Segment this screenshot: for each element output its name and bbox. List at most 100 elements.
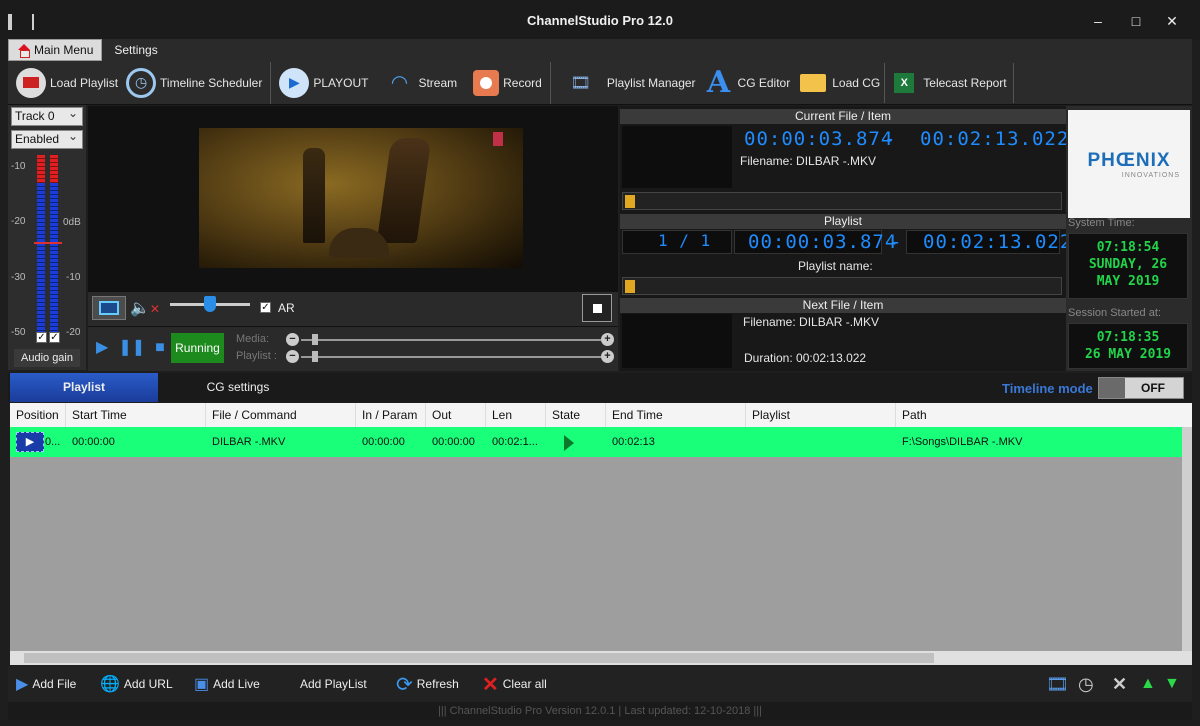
- telecast-report-button[interactable]: X Telecast Report: [884, 62, 1014, 103]
- playback-info-panel: Current File / Item 00:00:03.874 - 00:02…: [620, 106, 1071, 371]
- column-header-state[interactable]: State: [546, 403, 606, 427]
- column-header-playlist[interactable]: Playlist: [746, 403, 896, 427]
- meter-scale-left-0: -10: [11, 161, 26, 172]
- add-playlist-button[interactable]: Add PlayList: [300, 672, 367, 696]
- preview-controls: 🔈✕ ✓ AR: [88, 292, 618, 326]
- folder-icon: [798, 68, 828, 98]
- playlist-plus-button[interactable]: +: [601, 350, 614, 363]
- minimize-button[interactable]: –: [1086, 13, 1110, 29]
- column-header-len[interactable]: Len: [486, 403, 546, 427]
- move-down-button[interactable]: ▼: [1164, 672, 1180, 696]
- stream-button[interactable]: ◠ Stream: [380, 63, 461, 103]
- cell-end-time: 00:02:13: [612, 436, 655, 448]
- remove-item-button[interactable]: ✕: [1112, 672, 1127, 696]
- record-button[interactable]: Record: [469, 63, 546, 103]
- cell-path: F:\Songs\DILBAR -.MKV: [902, 436, 1023, 448]
- cg-editor-button[interactable]: A CG Editor: [700, 63, 795, 103]
- add-live-label: Add Live: [213, 677, 260, 691]
- edit-clip-button[interactable]: 🎞: [1046, 672, 1069, 696]
- column-header-start-time[interactable]: Start Time: [66, 403, 206, 427]
- telecast-report-label: Telecast Report: [923, 75, 1007, 90]
- cell-position: 0...: [45, 436, 61, 448]
- media-minus-button[interactable]: −: [286, 333, 299, 346]
- volume-slider-thumb[interactable]: [204, 296, 216, 312]
- current-filename: Filename: DILBAR -.MKV: [740, 154, 877, 168]
- playlist-position-track[interactable]: [301, 356, 601, 358]
- media-plus-button[interactable]: +: [601, 333, 614, 346]
- running-status[interactable]: Running: [171, 333, 224, 363]
- tab-settings-label: Settings: [114, 43, 158, 57]
- next-filename: Filename: DILBAR -.MKV: [743, 315, 880, 329]
- arrow-down-icon: ▼: [1164, 675, 1180, 692]
- close-icon: ✕: [1112, 673, 1128, 694]
- play-circle-icon: ▶: [279, 67, 310, 98]
- timeline-mode-toggle[interactable]: OFF: [1098, 377, 1184, 399]
- column-header-out[interactable]: Out: [426, 403, 486, 427]
- excel-icon: X: [889, 68, 919, 98]
- ar-label: AR: [278, 301, 295, 315]
- clock-icon: ◷: [126, 67, 157, 98]
- mute-speaker-icon[interactable]: 🔈✕: [130, 298, 160, 318]
- load-playlist-button[interactable]: Load Playlist: [12, 63, 122, 103]
- vertical-scrollbar[interactable]: [1182, 427, 1192, 651]
- ar-checkbox[interactable]: ✓: [260, 302, 271, 313]
- close-button[interactable]: ✕: [1160, 13, 1184, 29]
- tab-main-menu[interactable]: Main Menu: [8, 39, 103, 61]
- cell-len: 00:02:1...: [492, 436, 538, 448]
- playlist-info-title: Playlist: [620, 214, 1066, 229]
- monitor-button[interactable]: [92, 296, 126, 320]
- monitor-icon: [99, 301, 119, 315]
- media-position-thumb[interactable]: [312, 334, 318, 345]
- refresh-label: Refresh: [416, 677, 459, 691]
- meter-left-checkbox[interactable]: ✓: [36, 332, 47, 343]
- tab-settings[interactable]: Settings: [106, 39, 165, 61]
- add-url-button[interactable]: 🌐 Add URL: [100, 672, 173, 696]
- horizontal-scroll-thumb[interactable]: [24, 653, 934, 663]
- enabled-select[interactable]: Enabled: [11, 128, 83, 149]
- schedule-button[interactable]: ◷: [1078, 672, 1094, 696]
- session-time: 07:18:35: [1096, 330, 1160, 345]
- move-up-button[interactable]: ▲: [1140, 672, 1156, 696]
- timeline-scheduler-label: Timeline Scheduler: [160, 75, 263, 90]
- system-day: SUNDAY, 26: [1088, 257, 1168, 272]
- transport-controls: ▶ ❚❚ ■ Running Media: Playlist : − + − +: [88, 327, 618, 371]
- clear-all-button[interactable]: ✕ Clear all: [482, 672, 547, 696]
- playlist-index: 1 / 1: [658, 231, 712, 250]
- load-cg-button[interactable]: Load CG: [794, 63, 884, 103]
- media-label: Media:: [236, 333, 270, 345]
- column-header-position[interactable]: Position: [10, 403, 66, 427]
- stop-icon[interactable]: ■: [155, 339, 165, 357]
- track-select[interactable]: Track 0: [11, 105, 83, 126]
- transport-buttons: ▶ ❚❚ ■: [96, 337, 175, 357]
- table-header: Position Start Time File / Command In / …: [10, 403, 1192, 427]
- tab-cg-settings[interactable]: CG settings: [163, 373, 313, 402]
- playlist-progress: [622, 277, 1062, 295]
- tab-playlist[interactable]: Playlist: [10, 373, 158, 402]
- timeline-mode-label: Timeline mode: [1002, 381, 1093, 396]
- playlist-toolbar: ▶ Add File 🌐 Add URL ▣ Add Live Add Play…: [8, 666, 1192, 702]
- media-position-track[interactable]: [301, 339, 601, 341]
- column-header-path[interactable]: Path: [896, 403, 1192, 427]
- add-live-button[interactable]: ▣ Add Live: [194, 672, 260, 696]
- playlist-minus-button[interactable]: −: [286, 350, 299, 363]
- playlist-position-thumb[interactable]: [312, 351, 318, 362]
- gain-marker[interactable]: [34, 242, 62, 244]
- column-header-in[interactable]: In / Param: [356, 403, 426, 427]
- playlist-manager-button[interactable]: 🎞 Playlist Manager: [555, 63, 700, 103]
- table-row[interactable]: ▶ 0... 00:00:00 DILBAR -.MKV 00:00:00 00…: [10, 427, 1192, 457]
- maximize-button[interactable]: □: [1124, 13, 1148, 29]
- add-file-button[interactable]: ▶ Add File: [16, 672, 76, 696]
- refresh-button[interactable]: ⟳ Refresh: [396, 672, 459, 696]
- timeline-scheduler-button[interactable]: ◷ Timeline Scheduler: [122, 63, 266, 103]
- column-header-file[interactable]: File / Command: [206, 403, 356, 427]
- meter-scale-right-0: 0dB: [63, 217, 81, 228]
- next-duration: Duration: 00:02:13.022: [744, 351, 867, 365]
- playout-button[interactable]: ▶ PLAYOUT: [275, 63, 372, 103]
- fullscreen-button[interactable]: [582, 294, 612, 322]
- column-header-end-time[interactable]: End Time: [606, 403, 746, 427]
- audio-gain-button[interactable]: Audio gain: [14, 349, 80, 367]
- meter-right-checkbox[interactable]: ✓: [49, 332, 60, 343]
- play-icon[interactable]: ▶: [96, 337, 108, 357]
- horizontal-scrollbar[interactable]: [10, 651, 1192, 665]
- pause-icon[interactable]: ❚❚: [118, 337, 145, 357]
